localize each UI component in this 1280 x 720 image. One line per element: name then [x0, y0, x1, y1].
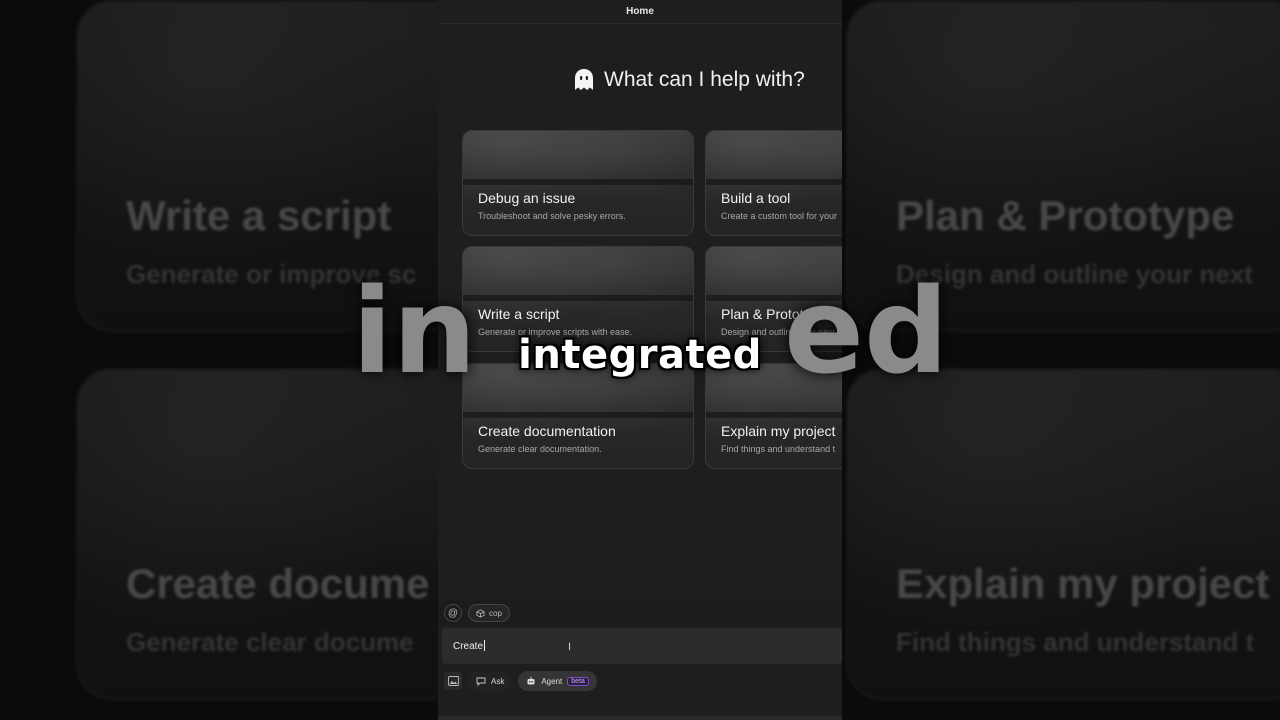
bg-card-title: Create docume: [126, 560, 430, 607]
caption-shadow-right: ed: [784, 262, 949, 400]
card-subtitle: Troubleshoot and solve pesky errors.: [478, 211, 626, 221]
video-caption: integrated: [518, 332, 762, 378]
card-subtitle: Find things and understand t: [721, 444, 836, 454]
at-icon: @: [447, 607, 459, 619]
text-caret: [484, 640, 486, 651]
context-bar: @ cop: [438, 600, 842, 626]
heading: What can I help with?: [574, 68, 805, 92]
beta-badge: beta: [567, 676, 589, 686]
bg-card-explain-project: Explain my project Find things and under…: [846, 368, 1280, 700]
bg-card-subtitle: Generate clear docume: [126, 627, 414, 657]
prompt-input[interactable]: Create I: [442, 628, 842, 664]
bg-card-title: Plan & Prototype: [896, 192, 1235, 239]
chat-icon: [476, 677, 486, 686]
bg-card-create-docs: Create docume Generate clear docume: [76, 368, 496, 700]
card-title: Build a tool: [721, 190, 791, 206]
input-toolbar: Ask Agent beta: [438, 668, 842, 694]
top-bar: Home: [438, 0, 842, 24]
bg-card-subtitle: Design and outline your next: [896, 259, 1253, 289]
ghost-icon: [575, 69, 593, 90]
bg-card-title: Write a script: [126, 192, 392, 239]
bg-card-title: Explain my project: [896, 560, 1270, 607]
bottom-divider: [438, 716, 842, 720]
image-icon: [447, 676, 459, 686]
agent-mode-button[interactable]: Agent beta: [518, 671, 597, 691]
card-subtitle: Generate clear documentation.: [478, 444, 602, 454]
ask-mode-button[interactable]: Ask: [468, 671, 513, 691]
card-create-documentation[interactable]: Create documentation Generate clear docu…: [462, 363, 694, 469]
context-chip[interactable]: cop: [468, 604, 510, 622]
prompt-input-value: Create: [453, 640, 486, 652]
card-title: Debug an issue: [478, 190, 576, 206]
card-subtitle: Create a custom tool for your: [721, 211, 838, 221]
card-debug-issue[interactable]: Debug an issue Troubleshoot and solve pe…: [462, 130, 694, 236]
context-chip-label: cop: [489, 608, 502, 618]
card-build-tool[interactable]: Build a tool Create a custom tool for yo…: [705, 130, 842, 236]
text-cursor-icon: I: [568, 641, 572, 653]
cube-icon: [476, 608, 485, 618]
agent-mode-label: Agent: [541, 676, 563, 686]
caption-shadow-left: in: [352, 262, 477, 400]
robot-icon: [527, 676, 535, 685]
card-title: Write a script: [478, 306, 560, 322]
bg-card-subtitle: Find things and understand t: [896, 627, 1255, 657]
heading-text: What can I help with?: [604, 68, 805, 91]
panel-title: Home: [626, 6, 654, 17]
attach-image-button[interactable]: [444, 672, 462, 690]
mention-button[interactable]: @: [444, 604, 462, 622]
card-title: Create documentation: [478, 423, 616, 439]
ask-mode-label: Ask: [491, 676, 505, 686]
card-title: Explain my project: [721, 423, 836, 439]
